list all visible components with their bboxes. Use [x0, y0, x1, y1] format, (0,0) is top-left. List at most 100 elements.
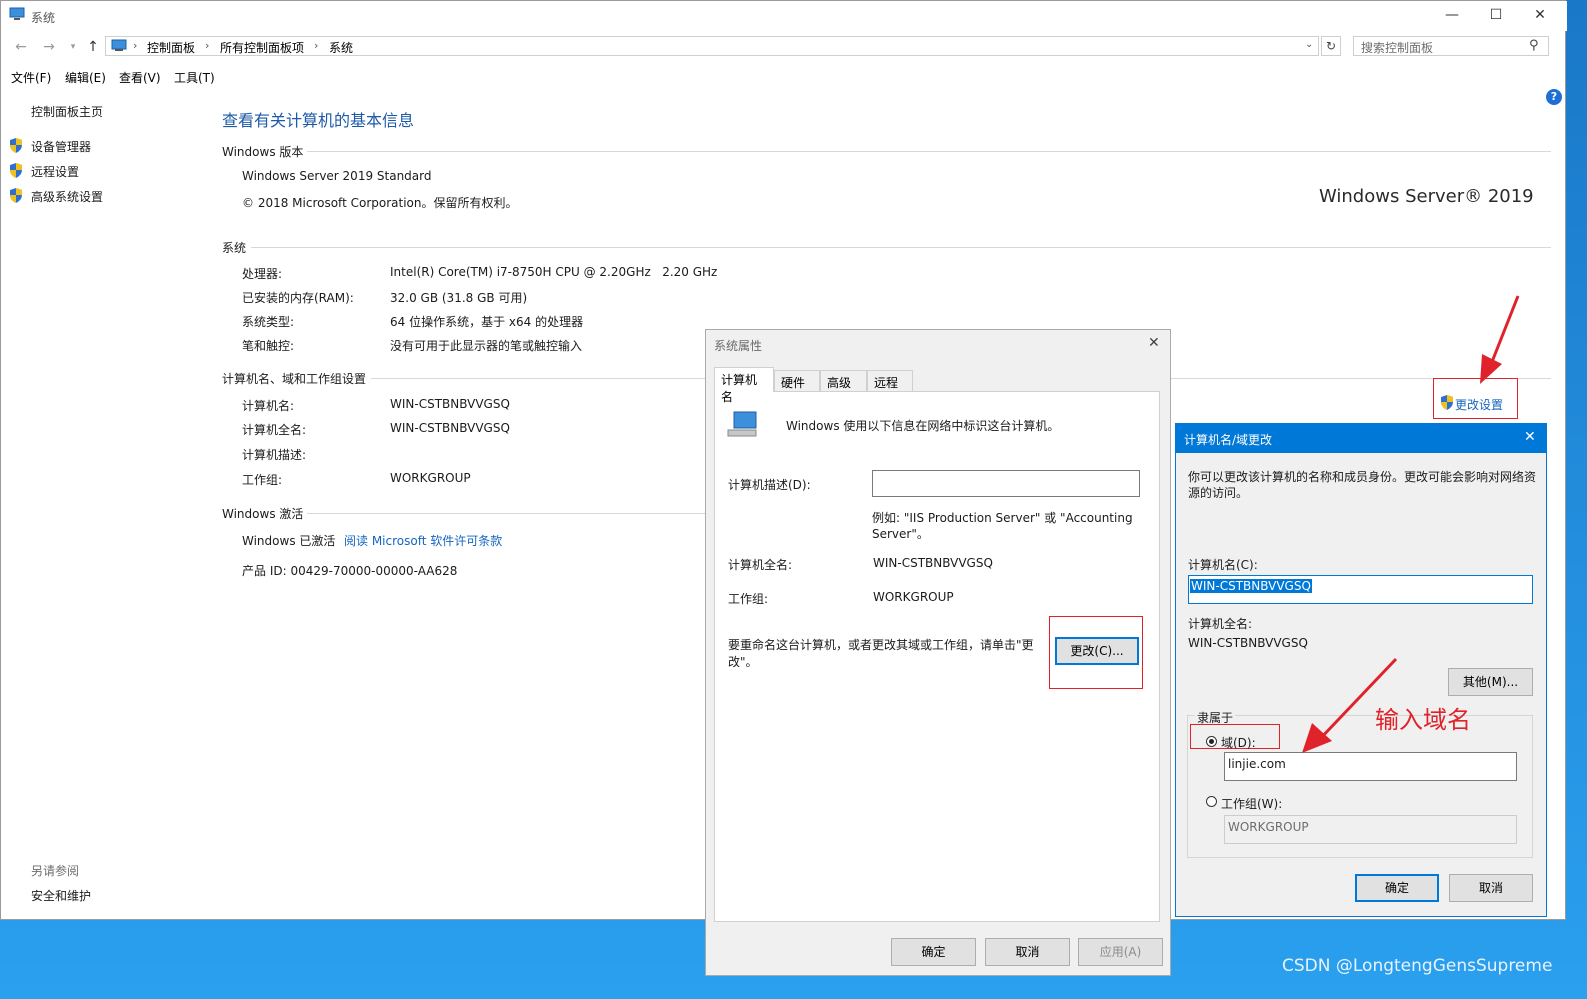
full-name-value: WIN-CSTBNBVVGSQ — [1188, 636, 1308, 650]
shield-icon — [1441, 395, 1453, 410]
cancel-button[interactable]: 取消 — [1449, 874, 1533, 902]
pen-touch-value: 没有可用于此显示器的笔或触控输入 — [390, 339, 583, 353]
tab-remote[interactable]: 远程 — [867, 370, 913, 391]
annotation-arrow-icon — [1480, 295, 1520, 384]
license-terms-link[interactable]: 阅读 Microsoft 软件许可条款 — [344, 532, 502, 549]
computer-icon — [727, 411, 757, 437]
pen-touch-label: 笔和触控: — [242, 339, 295, 353]
change-settings-link[interactable]: 更改设置 — [1455, 396, 1503, 413]
product-id: 产品 ID: 00429-70000-00000-AA628 — [242, 564, 458, 578]
computer-name-header: 计算机名、域和工作组设置 — [222, 372, 367, 386]
system-type-value: 64 位操作系统，基于 x64 的处理器 — [390, 315, 584, 329]
workgroup-value: WORKGROUP — [873, 590, 954, 604]
menu-edit[interactable]: 编辑(E) — [65, 69, 106, 86]
control-panel-icon — [111, 39, 127, 51]
tab-computer-name[interactable]: 计算机名 — [714, 367, 774, 404]
breadcrumb-system[interactable]: 系统 — [329, 39, 353, 56]
title-bar — [1, 1, 1567, 31]
processor-label: 处理器: — [242, 267, 283, 281]
security-maintenance-link[interactable]: 安全和维护 — [31, 887, 91, 904]
computer-name-value: WIN-CSTBNBVVGSQ — [390, 397, 510, 411]
chevron-right-icon: › — [205, 39, 210, 52]
close-button[interactable]: ✕ — [1517, 1, 1563, 31]
up-arrow-icon[interactable]: ↑ — [83, 37, 103, 57]
divider — [307, 151, 1551, 152]
activation-header: Windows 激活 — [222, 507, 304, 521]
dialog-title: 系统属性 — [714, 339, 763, 353]
close-icon[interactable]: ✕ — [1148, 335, 1160, 351]
more-button[interactable]: 其他(M)... — [1448, 668, 1533, 696]
dialog-title: 计算机名/域更改 — [1184, 433, 1273, 447]
activation-status: Windows 已激活 — [242, 534, 336, 548]
name-change-intro: 你可以更改该计算机的名称和成员身份。更改可能会影响对网络资源的访问。 — [1188, 470, 1537, 500]
watermark: CSDN @LongtengGensSupreme — [1282, 956, 1553, 976]
breadcrumb-control-panel[interactable]: 控制面板 — [147, 39, 195, 56]
back-arrow-icon[interactable]: ← — [11, 37, 31, 57]
menu-tools[interactable]: 工具(T) — [174, 69, 215, 86]
workgroup-input-value: WORKGROUP — [1228, 820, 1309, 834]
menu-view[interactable]: 查看(V) — [119, 69, 161, 86]
chevron-down-icon[interactable]: ⌄ — [1305, 39, 1313, 50]
windows-server-logo: Windows Server® 2019 — [1319, 186, 1534, 207]
system-header: 系统 — [222, 241, 247, 255]
chevron-right-icon: › — [133, 39, 138, 52]
identify-intro: Windows 使用以下信息在网络中标识这台计算机。 — [786, 419, 1060, 433]
window-title: 系统 — [31, 11, 56, 25]
workgroup-label: 工作组: — [242, 473, 283, 487]
ram-label: 已安装的内存(RAM): — [242, 291, 354, 305]
shield-icon — [10, 188, 22, 203]
system-window-icon — [9, 7, 25, 20]
copyright-text: © 2018 Microsoft Corporation。保留所有权利。 — [242, 196, 518, 210]
divider — [251, 247, 1551, 248]
sidebar-item-remote-settings[interactable]: 远程设置 — [31, 163, 79, 180]
help-icon[interactable]: ? — [1546, 89, 1562, 105]
example-text: 例如: "IIS Production Server" 或 "Accountin… — [872, 511, 1133, 541]
apply-button[interactable]: 应用(A) — [1078, 938, 1163, 966]
computer-name-label: 计算机名(C): — [1188, 558, 1258, 572]
change-button[interactable]: 更改(C)... — [1055, 637, 1139, 665]
shield-icon — [10, 138, 22, 153]
computer-description-input[interactable] — [872, 470, 1140, 497]
chevron-right-icon: › — [314, 39, 319, 52]
full-name-label: 计算机全名: — [1188, 617, 1253, 631]
close-icon[interactable]: ✕ — [1524, 429, 1536, 445]
workgroup-value: WORKGROUP — [390, 471, 471, 485]
description-label: 计算机描述: — [242, 448, 307, 462]
sidebar-item-advanced-settings[interactable]: 高级系统设置 — [31, 188, 103, 205]
menu-file[interactable]: 文件(F) — [11, 69, 51, 86]
cancel-button[interactable]: 取消 — [985, 938, 1070, 966]
breadcrumb-all-items[interactable]: 所有控制面板项 — [220, 39, 304, 56]
windows-edition-header: Windows 版本 — [222, 145, 304, 159]
full-name-label: 计算机全名: — [728, 558, 793, 572]
refresh-icon[interactable]: ↻ — [1321, 36, 1341, 56]
system-type-label: 系统类型: — [242, 315, 295, 329]
full-name-value: WIN-CSTBNBVVGSQ — [873, 556, 993, 570]
search-placeholder: 搜索控制面板 — [1361, 41, 1434, 55]
domain-label[interactable]: 域(D): — [1221, 734, 1256, 751]
tab-hardware[interactable]: 硬件 — [774, 370, 820, 391]
workgroup-label: 工作组: — [728, 592, 769, 606]
computer-name-label: 计算机名: — [242, 399, 295, 413]
see-also-header: 另请参阅 — [31, 864, 80, 878]
processor-value: Intel(R) Core(TM) i7-8750H CPU @ 2.20GHz… — [390, 265, 718, 279]
maximize-button[interactable]: ☐ — [1473, 1, 1519, 31]
ram-value: 32.0 GB (31.8 GB 可用) — [390, 291, 528, 305]
domain-radio[interactable] — [1206, 736, 1217, 747]
minimize-button[interactable]: — — [1429, 1, 1475, 31]
full-name-label: 计算机全名: — [242, 423, 307, 437]
search-icon[interactable]: ⚲ — [1529, 38, 1539, 53]
tab-advanced[interactable]: 高级 — [820, 370, 867, 391]
ok-button[interactable]: 确定 — [891, 938, 976, 966]
sidebar-item-device-manager[interactable]: 设备管理器 — [31, 138, 91, 155]
sidebar-home-link[interactable]: 控制面板主页 — [31, 103, 103, 120]
page-title: 查看有关计算机的基本信息 — [222, 111, 415, 130]
domain-input-value: linjie.com — [1228, 757, 1286, 771]
divider — [307, 513, 705, 514]
workgroup-radio[interactable] — [1206, 796, 1217, 807]
ok-button[interactable]: 确定 — [1355, 874, 1439, 902]
rename-instructions: 要重命名这台计算机，或者更改其域或工作组，请单击"更改"。 — [728, 638, 1034, 669]
recent-dropdown-icon[interactable]: ▾ — [63, 37, 83, 57]
forward-arrow-icon[interactable]: → — [39, 37, 59, 57]
workgroup-label[interactable]: 工作组(W): — [1221, 795, 1282, 812]
shield-icon — [10, 163, 22, 178]
